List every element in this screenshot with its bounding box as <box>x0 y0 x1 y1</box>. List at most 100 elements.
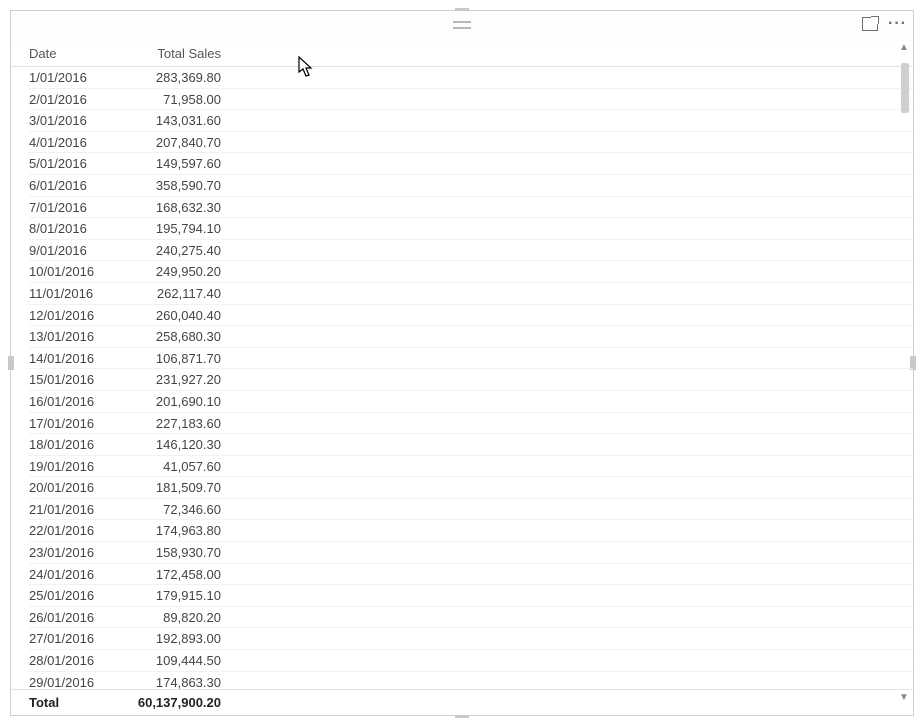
table-row[interactable]: 12/01/2016260,040.40 <box>29 305 913 327</box>
cell-sales: 260,040.40 <box>119 305 229 326</box>
cell-sales: 106,871.70 <box>119 348 229 369</box>
cell-date: 27/01/2016 <box>29 628 119 649</box>
table-row[interactable]: 20/01/2016181,509.70 <box>29 477 913 499</box>
cell-sales: 158,930.70 <box>119 542 229 563</box>
table-row[interactable]: 9/01/2016240,275.40 <box>29 240 913 262</box>
cell-sales: 41,057.60 <box>119 456 229 477</box>
cell-date: 12/01/2016 <box>29 305 119 326</box>
table-row[interactable]: 27/01/2016192,893.00 <box>29 628 913 650</box>
table-row[interactable]: 6/01/2016358,590.70 <box>29 175 913 197</box>
cell-date: 25/01/2016 <box>29 585 119 606</box>
scroll-down-arrow-icon[interactable]: ▼ <box>897 691 911 705</box>
cell-date: 10/01/2016 <box>29 261 119 282</box>
cell-sales: 72,346.60 <box>119 499 229 520</box>
focus-mode-icon[interactable] <box>862 17 878 31</box>
table-row[interactable]: 8/01/2016195,794.10 <box>29 218 913 240</box>
table-row[interactable]: 14/01/2016106,871.70 <box>29 348 913 370</box>
cell-date: 16/01/2016 <box>29 391 119 412</box>
cell-date: 17/01/2016 <box>29 413 119 434</box>
table-row[interactable]: 7/01/2016168,632.30 <box>29 197 913 219</box>
table-row[interactable]: 15/01/2016231,927.20 <box>29 369 913 391</box>
table-row[interactable]: 1/01/2016283,369.80 <box>29 67 913 89</box>
table-row[interactable]: 2/01/201671,958.00 <box>29 89 913 111</box>
table-row[interactable]: 28/01/2016109,444.50 <box>29 650 913 672</box>
cell-date: 18/01/2016 <box>29 434 119 455</box>
cell-date: 23/01/2016 <box>29 542 119 563</box>
table-row[interactable]: 5/01/2016149,597.60 <box>29 153 913 175</box>
cell-sales: 227,183.60 <box>119 413 229 434</box>
cell-date: 3/01/2016 <box>29 110 119 131</box>
total-row: Total 60,137,900.20 <box>11 689 913 715</box>
cell-date: 20/01/2016 <box>29 477 119 498</box>
column-headers: Date Total Sales <box>11 41 913 67</box>
cell-date: 4/01/2016 <box>29 132 119 153</box>
table-row[interactable]: 4/01/2016207,840.70 <box>29 132 913 154</box>
total-value: 60,137,900.20 <box>119 695 229 710</box>
cell-sales: 262,117.40 <box>119 283 229 304</box>
column-header-sales[interactable]: Total Sales <box>119 46 229 61</box>
cell-sales: 358,590.70 <box>119 175 229 196</box>
table-rows: 1/01/2016283,369.802/01/201671,958.003/0… <box>11 67 913 689</box>
cell-sales: 109,444.50 <box>119 650 229 671</box>
cell-date: 19/01/2016 <box>29 456 119 477</box>
cell-date: 11/01/2016 <box>29 283 119 304</box>
table-body: Date Total Sales 1/01/2016283,369.802/01… <box>11 41 913 715</box>
cell-date: 1/01/2016 <box>29 67 119 88</box>
column-header-date[interactable]: Date <box>29 46 119 61</box>
cell-date: 28/01/2016 <box>29 650 119 671</box>
table-row[interactable]: 10/01/2016249,950.20 <box>29 261 913 283</box>
cell-date: 26/01/2016 <box>29 607 119 628</box>
cell-sales: 258,680.30 <box>119 326 229 347</box>
cell-sales: 240,275.40 <box>119 240 229 261</box>
table-row[interactable]: 19/01/201641,057.60 <box>29 456 913 478</box>
table-row[interactable]: 23/01/2016158,930.70 <box>29 542 913 564</box>
scroll-up-arrow-icon[interactable]: ▲ <box>897 41 911 55</box>
table-row[interactable]: 13/01/2016258,680.30 <box>29 326 913 348</box>
cell-sales: 168,632.30 <box>119 197 229 218</box>
cell-date: 15/01/2016 <box>29 369 119 390</box>
cell-sales: 146,120.30 <box>119 434 229 455</box>
vertical-scrollbar[interactable]: ▲ ▼ <box>897 41 911 705</box>
table-row[interactable]: 22/01/2016174,963.80 <box>29 520 913 542</box>
table-row[interactable]: 25/01/2016179,915.10 <box>29 585 913 607</box>
cell-date: 8/01/2016 <box>29 218 119 239</box>
table-row[interactable]: 17/01/2016227,183.60 <box>29 413 913 435</box>
cell-sales: 195,794.10 <box>119 218 229 239</box>
cell-sales: 71,958.00 <box>119 89 229 110</box>
cell-sales: 201,690.10 <box>119 391 229 412</box>
cell-date: 22/01/2016 <box>29 520 119 541</box>
cell-date: 2/01/2016 <box>29 89 119 110</box>
cell-date: 7/01/2016 <box>29 197 119 218</box>
table-row[interactable]: 29/01/2016174,863.30 <box>29 672 913 689</box>
cell-date: 6/01/2016 <box>29 175 119 196</box>
table-row[interactable]: 21/01/201672,346.60 <box>29 499 913 521</box>
cell-sales: 207,840.70 <box>119 132 229 153</box>
cell-date: 9/01/2016 <box>29 240 119 261</box>
table-row[interactable]: 18/01/2016146,120.30 <box>29 434 913 456</box>
table-row[interactable]: 26/01/201689,820.20 <box>29 607 913 629</box>
cell-sales: 174,963.80 <box>119 520 229 541</box>
cell-sales: 181,509.70 <box>119 477 229 498</box>
table-visual[interactable]: ··· Date Total Sales 1/01/2016283,369.80… <box>10 10 914 716</box>
cell-sales: 172,458.00 <box>119 564 229 585</box>
cell-sales: 143,031.60 <box>119 110 229 131</box>
cell-sales: 89,820.20 <box>119 607 229 628</box>
table-row[interactable]: 16/01/2016201,690.10 <box>29 391 913 413</box>
cell-sales: 174,863.30 <box>119 672 229 689</box>
cell-date: 21/01/2016 <box>29 499 119 520</box>
cell-sales: 192,893.00 <box>119 628 229 649</box>
cell-sales: 283,369.80 <box>119 67 229 88</box>
table-row[interactable]: 24/01/2016172,458.00 <box>29 564 913 586</box>
table-row[interactable]: 3/01/2016143,031.60 <box>29 110 913 132</box>
scroll-thumb[interactable] <box>901 63 909 113</box>
cell-date: 24/01/2016 <box>29 564 119 585</box>
drag-grip-icon[interactable] <box>453 21 471 29</box>
cell-date: 13/01/2016 <box>29 326 119 347</box>
cell-date: 14/01/2016 <box>29 348 119 369</box>
cell-sales: 231,927.20 <box>119 369 229 390</box>
total-label: Total <box>29 695 119 710</box>
cell-date: 5/01/2016 <box>29 153 119 174</box>
more-options-icon[interactable]: ··· <box>888 17 907 31</box>
cell-sales: 179,915.10 <box>119 585 229 606</box>
table-row[interactable]: 11/01/2016262,117.40 <box>29 283 913 305</box>
